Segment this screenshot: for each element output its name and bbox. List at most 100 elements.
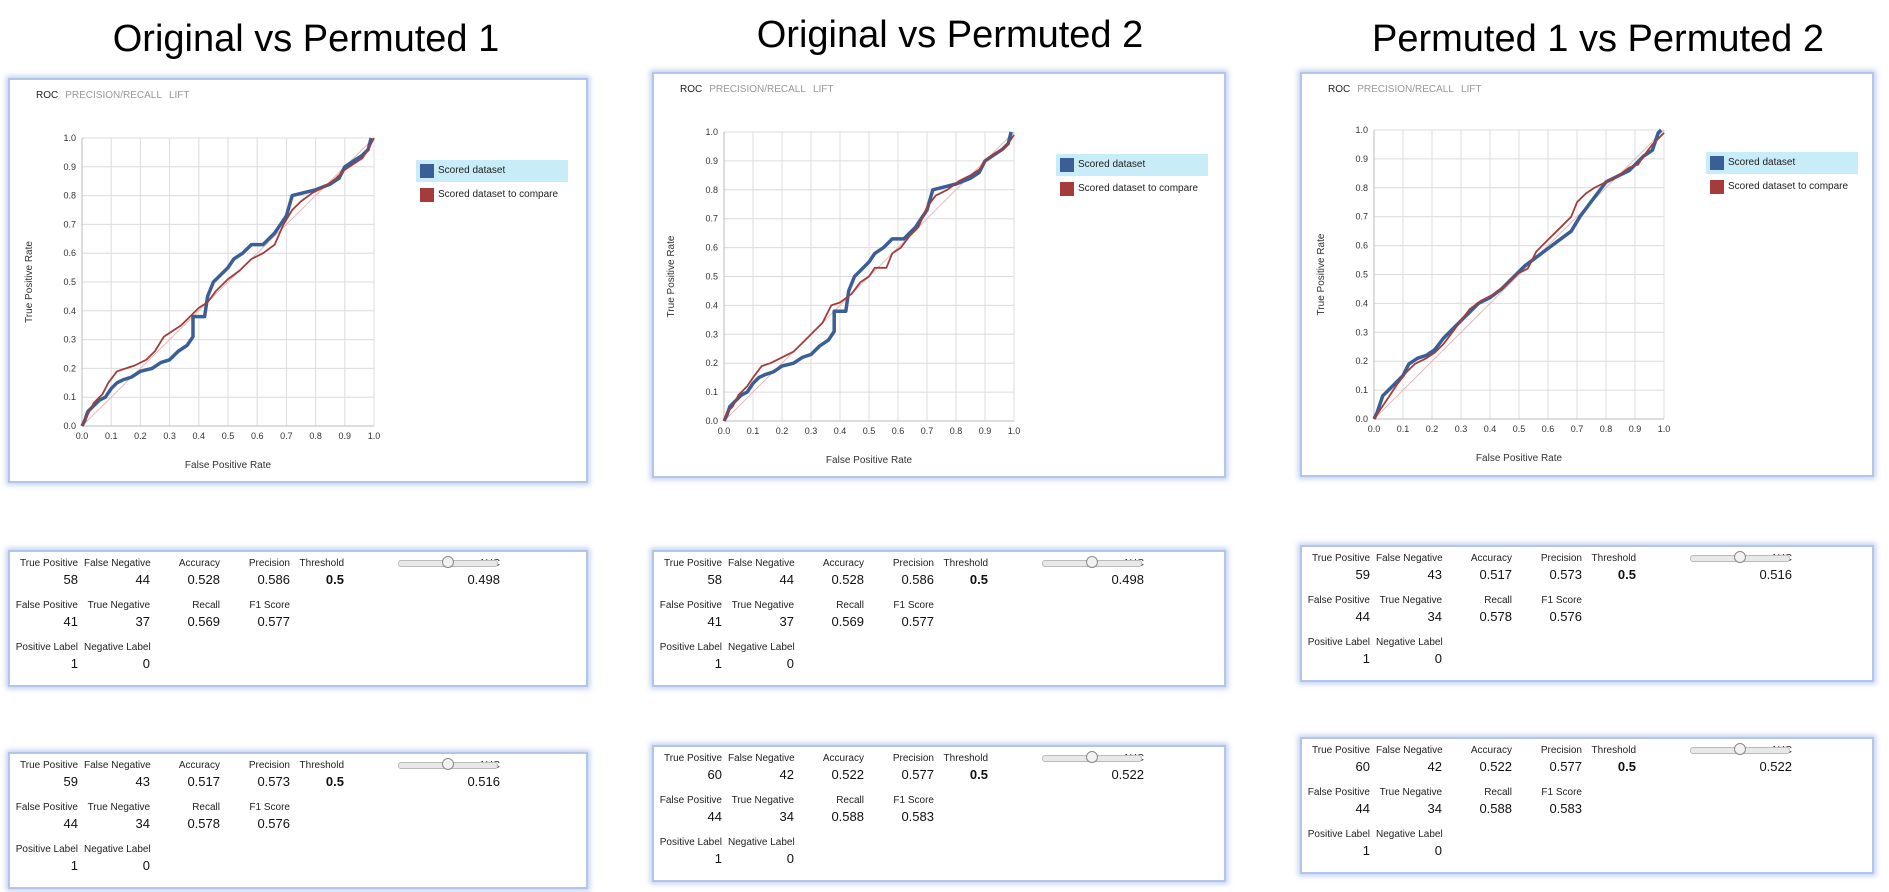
metric-label: Positive Label [1307, 829, 1370, 840]
panel-title: Original vs Permuted 2 [756, 14, 1144, 56]
metric-pos: Positive Label 1 [12, 642, 78, 671]
metric-value: 1 [714, 851, 722, 866]
threshold-slider[interactable] [1690, 551, 1790, 563]
metric-tp: True Positive 58 [12, 558, 78, 587]
x-tick-label: 0.3 [1455, 424, 1468, 434]
metric-neg: Negative Label 0 [728, 642, 795, 671]
y-tick-label: 0.2 [63, 363, 76, 373]
threshold-slider-handle[interactable] [1734, 743, 1746, 755]
legend-swatch [1060, 158, 1074, 172]
x-tick-label: 0.4 [834, 426, 847, 436]
metric-label: False Negative [84, 558, 151, 569]
metric-value: 42 [1427, 759, 1442, 774]
metric-value: 0.588 [831, 809, 864, 824]
metric-label: True Negative [731, 795, 794, 806]
metric-value: 44 [1355, 801, 1370, 816]
x-tick-label: 0.6 [251, 431, 264, 441]
legend-item[interactable]: Scored dataset to compare [1056, 178, 1208, 200]
metric-label: False Positive [15, 802, 78, 813]
x-tick-label: 0.5 [863, 426, 876, 436]
metric-pos: Positive Label 1 [12, 844, 78, 873]
legend-swatch [1710, 156, 1724, 170]
x-tick-label: 0.5 [1513, 424, 1526, 434]
metric-label: True Negative [87, 802, 150, 813]
y-tick-label: 0.4 [1355, 298, 1368, 308]
metric-value: 41 [63, 614, 78, 629]
roc-chart: 0.0 0.1 0.2 0.3 0.4 0.5 0.6 0.7 0.8 0.9 1.0 0.0 0.1 0… [1316, 125, 1671, 464]
metric-value: 0.583 [1549, 801, 1582, 816]
legend-item[interactable]: Scored dataset to compare [416, 184, 568, 206]
comparison-column: Original vs Permuted 2 ROC PRECISION/RECAL… [650, 0, 1250, 892]
metrics-panel: True Positive 59 False Negative 43 Accuracy 0… [1300, 545, 1874, 682]
metric-label: Negative Label [84, 642, 151, 653]
metric-pos: Positive Label 1 [1304, 829, 1370, 858]
metric-pos: Positive Label 1 [656, 642, 722, 671]
comparison-column: Original vs Permuted 1 ROC PRECISION/RECAL… [6, 0, 606, 892]
metric-rec: Recall 0.588 [1446, 787, 1512, 816]
metric-label: Recall [1484, 787, 1512, 798]
metric-fn: False Negative 43 [84, 760, 151, 789]
metric-value: 0.517 [1479, 567, 1512, 582]
threshold-slider-handle[interactable] [442, 758, 454, 770]
y-tick-label: 0.5 [705, 272, 718, 282]
y-tick-label: 0.7 [63, 219, 76, 229]
metric-value: 0.5 [969, 767, 988, 782]
threshold-slider-handle[interactable] [1086, 751, 1098, 763]
threshold-slider[interactable] [398, 556, 498, 568]
x-tick-label: 1.0 [368, 431, 381, 441]
x-tick-label: 0.3 [805, 426, 818, 436]
y-tick-label: 0.0 [705, 416, 718, 426]
metric-pos: Positive Label 1 [656, 837, 722, 866]
metric-value: 41 [707, 614, 722, 629]
legend-item[interactable]: Scored dataset [1056, 154, 1208, 176]
threshold-slider[interactable] [1042, 751, 1142, 763]
legend-swatch [420, 164, 434, 178]
y-axis-label: True Positive Rate [666, 235, 677, 317]
roc-chart-card: ROC PRECISION/RECALL LIFT 0.0 0.1 0.2 0.3 0.4 0.… [8, 78, 588, 483]
metric-label: Threshold [943, 558, 988, 569]
metric-fp: False Positive 44 [656, 795, 722, 824]
roc-chart: 0.0 0.1 0.2 0.3 0.4 0.5 0.6 0.7 0.8 0.9 1.0 0.0 0.1 0… [24, 133, 381, 471]
metric-label: Positive Label [1307, 637, 1370, 648]
x-axis-label: False Positive Rate [1476, 453, 1563, 464]
roc-chart: 0.0 0.1 0.2 0.3 0.4 0.5 0.6 0.7 0.8 0.9 1.0 0.0 0.1 0… [666, 127, 1020, 466]
metric-label: False Negative [728, 753, 795, 764]
metrics-panel: True Positive 58 False Negative 44 Accuracy 0… [8, 550, 588, 687]
metric-thr: Threshold 0.5 [278, 760, 344, 789]
metric-acc: Accuracy 0.528 [154, 558, 220, 587]
y-tick-label: 0.1 [63, 392, 76, 402]
metric-value: 0.569 [831, 614, 864, 629]
metric-f1: F1 Score 0.577 [224, 600, 290, 629]
metrics-panel: True Positive 60 False Negative 42 Accuracy 0… [652, 745, 1226, 882]
legend-item[interactable]: Scored dataset to compare [1706, 176, 1858, 198]
metric-value: 0.517 [187, 774, 220, 789]
x-tick-label: 1.0 [1658, 424, 1671, 434]
y-tick-label: 0.9 [1355, 154, 1368, 164]
metric-thr: Threshold 0.5 [922, 558, 988, 587]
threshold-slider-handle[interactable] [442, 556, 454, 568]
legend-item[interactable]: Scored dataset [1706, 152, 1858, 174]
x-axis-label: False Positive Rate [185, 460, 272, 471]
y-tick-label: 0.6 [63, 248, 76, 258]
metric-tn: True Negative 34 [84, 802, 150, 831]
threshold-slider-handle[interactable] [1086, 556, 1098, 568]
metric-value: 34 [779, 809, 794, 824]
threshold-slider[interactable] [1690, 743, 1790, 755]
threshold-slider-handle[interactable] [1734, 551, 1746, 563]
metric-label: Negative Label [728, 837, 795, 848]
threshold-slider[interactable] [1042, 556, 1142, 568]
metric-label: False Positive [659, 600, 722, 611]
x-tick-label: 0.9 [339, 431, 352, 441]
metric-label: Positive Label [15, 642, 78, 653]
metric-value: 0.5 [325, 572, 344, 587]
metric-value: 0.522 [1479, 759, 1512, 774]
threshold-slider[interactable] [398, 758, 498, 770]
metric-fn: False Negative 42 [1376, 745, 1443, 774]
y-tick-label: 0.9 [705, 156, 718, 166]
legend-item[interactable]: Scored dataset [416, 160, 568, 182]
y-tick-label: 0.1 [705, 387, 718, 397]
metric-value: 43 [135, 774, 150, 789]
metric-tn: True Negative 34 [1376, 595, 1442, 624]
metric-value: 0.569 [187, 614, 220, 629]
metric-value: 58 [707, 572, 722, 587]
